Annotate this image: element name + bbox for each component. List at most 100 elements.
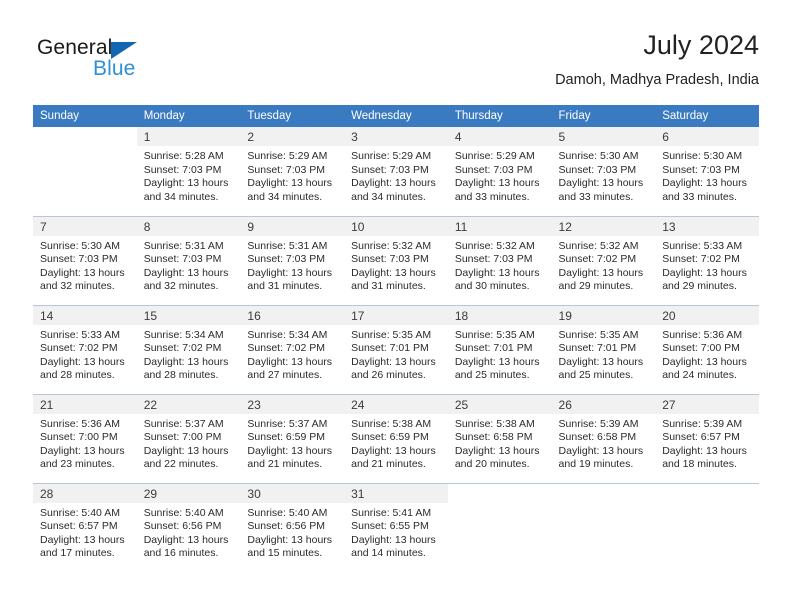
calendar-day-cell[interactable]: 22 Sunrise: 5:37 AM Sunset: 7:00 PM Dayligh… [136,393,241,483]
daylight-text-line1: Daylight: 13 hours [662,355,747,368]
daylight-text-line1: Daylight: 13 hours [40,266,125,279]
day-details: Sunrise: 5:32 AM Sunset: 7:03 PM Daylight:… [344,236,448,294]
daylight-text-line1: Daylight: 13 hours [662,444,747,457]
calendar-day-cell[interactable]: 1 Sunrise: 5:28 AM Sunset: 7:03 PM Daylight… [136,127,241,216]
daylight-text-line2: and 29 minutes. [558,280,634,293]
calendar-day-cell[interactable]: 3 Sunrise: 5:29 AM Sunset: 7:03 PM Daylight… [344,127,448,216]
daylight-text-line2: and 16 minutes. [143,547,219,560]
calendar-day-cell[interactable]: 5 Sunrise: 5:30 AM Sunset: 7:03 PM Daylight… [551,127,656,216]
day-cell-inner: 7 Sunrise: 5:30 AM Sunset: 7:03 PM Daylight… [33,216,137,305]
day-number: 13 [655,216,759,236]
daylight-text-line1: Daylight: 13 hours [454,355,540,368]
day-number: 18 [447,305,552,325]
calendar-day-cell[interactable]: 2 Sunrise: 5:29 AM Sunset: 7:03 PM Daylight… [240,127,345,216]
calendar-day-cell[interactable]: 23 Sunrise: 5:37 AM Sunset: 6:59 PM Dayligh… [240,393,345,483]
calendar-day-cell[interactable]: 31 Sunrise: 5:41 AM Sunset: 6:55 PM Dayligh… [344,482,448,573]
calendar-day-cell[interactable]: 8 Sunrise: 5:31 AM Sunset: 7:03 PM Daylight… [136,215,241,305]
day-number: 17 [344,305,448,325]
calendar-day-cell[interactable]: 14 Sunrise: 5:33 AM Sunset: 7:02 PM Dayligh… [33,304,137,394]
calendar-cell-empty [447,482,552,572]
daylight-text-line2: and 27 minutes. [247,369,323,382]
calendar-day-cell[interactable]: 20 Sunrise: 5:36 AM Sunset: 7:00 PM Dayligh… [655,304,759,394]
day-cell-inner: 25 Sunrise: 5:38 AM Sunset: 6:58 PM Dayligh… [447,394,552,483]
daylight-text-line1: Daylight: 13 hours [143,355,229,368]
day-number: 5 [551,127,656,146]
daylight-text-line1: Daylight: 13 hours [143,533,229,546]
day-cell-inner [655,484,759,573]
calendar-day-cell[interactable]: 29 Sunrise: 5:40 AM Sunset: 6:56 PM Dayligh… [136,482,241,572]
weekday-header-wednesday: Wednesday [344,105,448,127]
daylight-text-line1: Daylight: 13 hours [351,533,436,546]
general-blue-logo[interactable]: General Blue [37,36,237,92]
day-number: 4 [447,127,552,146]
sunset-text: Sunset: 7:03 PM [351,163,429,176]
daylight-text-line2: and 23 minutes. [40,458,115,471]
calendar-day-cell[interactable]: 28 Sunrise: 5:40 AM Sunset: 6:57 PM Dayligh… [33,482,137,572]
calendar-day-cell[interactable]: 6 Sunrise: 5:30 AM Sunset: 7:03 PM Daylight… [655,127,759,216]
calendar-week-row: 14 Sunrise: 5:33 AM Sunset: 7:02 PM Dayligh… [33,304,759,394]
sunrise-text: Sunrise: 5:40 AM [40,506,120,519]
calendar-day-cell[interactable]: 21 Sunrise: 5:36 AM Sunset: 7:00 PM Dayligh… [33,393,137,483]
day-number: 19 [551,305,656,325]
day-details: Sunrise: 5:29 AM Sunset: 7:03 PM Daylight:… [240,146,344,204]
calendar-day-cell[interactable]: 16 Sunrise: 5:34 AM Sunset: 7:02 PM Dayligh… [240,304,345,394]
calendar-day-cell[interactable]: 15 Sunrise: 5:34 AM Sunset: 7:02 PM Dayligh… [136,304,241,394]
daylight-text-line1: Daylight: 13 hours [454,444,540,457]
calendar-day-cell[interactable]: 11 Sunrise: 5:32 AM Sunset: 7:03 PM Dayligh… [447,215,552,305]
daylight-text-line2: and 22 minutes. [143,458,219,471]
sunset-text: Sunset: 7:01 PM [454,342,533,355]
day-details: Sunrise: 5:36 AM Sunset: 7:00 PM Daylight:… [33,414,137,472]
calendar-day-cell[interactable]: 30 Sunrise: 5:40 AM Sunset: 6:56 PM Dayligh… [240,482,345,572]
calendar-week-row: 1 Sunrise: 5:28 AM Sunset: 7:03 PM Daylight… [33,127,759,216]
page-title: July 2024 [643,30,759,60]
day-cell-inner: 22 Sunrise: 5:37 AM Sunset: 7:00 PM Dayligh… [136,394,241,483]
sunrise-text: Sunrise: 5:30 AM [558,150,639,162]
sunset-text: Sunset: 7:02 PM [247,342,326,355]
sunset-text: Sunset: 7:03 PM [40,253,118,266]
daylight-text-line1: Daylight: 13 hours [40,355,125,368]
day-cell-inner: 16 Sunrise: 5:34 AM Sunset: 7:02 PM Dayligh… [240,305,345,394]
day-cell-inner: 6 Sunrise: 5:30 AM Sunset: 7:03 PM Daylight… [655,127,759,216]
daylight-text-line2: and 17 minutes. [40,547,115,560]
day-number: 20 [655,305,759,325]
calendar-day-cell[interactable]: 25 Sunrise: 5:38 AM Sunset: 6:58 PM Dayligh… [447,393,552,483]
calendar-day-cell[interactable]: 18 Sunrise: 5:35 AM Sunset: 7:01 PM Dayligh… [447,304,552,394]
daylight-text-line1: Daylight: 13 hours [454,266,540,279]
calendar-day-cell[interactable]: 27 Sunrise: 5:39 AM Sunset: 6:57 PM Dayligh… [655,393,759,483]
calendar-day-cell[interactable]: 13 Sunrise: 5:33 AM Sunset: 7:02 PM Dayligh… [655,215,759,305]
day-cell-inner: 31 Sunrise: 5:41 AM Sunset: 6:55 PM Dayligh… [344,483,448,573]
daylight-text-line2: and 21 minutes. [351,458,426,471]
calendar-cell-empty [33,127,137,216]
calendar-day-cell[interactable]: 24 Sunrise: 5:38 AM Sunset: 6:59 PM Dayligh… [344,393,448,483]
sunset-text: Sunset: 6:59 PM [247,431,326,444]
day-cell-inner: 15 Sunrise: 5:34 AM Sunset: 7:02 PM Dayligh… [136,305,241,394]
calendar-day-cell[interactable]: 7 Sunrise: 5:30 AM Sunset: 7:03 PM Daylight… [33,215,137,305]
day-details: Sunrise: 5:29 AM Sunset: 7:03 PM Daylight:… [344,146,448,204]
sunrise-text: Sunrise: 5:32 AM [558,239,639,252]
calendar-day-cell[interactable]: 10 Sunrise: 5:32 AM Sunset: 7:03 PM Dayligh… [344,215,448,305]
calendar-body: 1 Sunrise: 5:28 AM Sunset: 7:03 PM Daylight… [33,127,759,572]
daylight-text-line2: and 20 minutes. [454,458,530,471]
day-details: Sunrise: 5:32 AM Sunset: 7:03 PM Daylight:… [448,236,552,294]
day-number: 25 [447,394,552,414]
calendar-header-row: Sunday Monday Tuesday Wednesday Thursday Frid… [33,105,759,127]
day-details: Sunrise: 5:35 AM Sunset: 7:01 PM Daylight:… [344,325,448,383]
sunrise-text: Sunrise: 5:29 AM [247,150,328,162]
sunrise-text: Sunrise: 5:28 AM [143,150,224,162]
daylight-text-line2: and 34 minutes. [351,190,426,203]
calendar-day-cell[interactable]: 9 Sunrise: 5:31 AM Sunset: 7:03 PM Daylight… [240,215,345,305]
daylight-text-line1: Daylight: 13 hours [558,444,644,457]
day-number: 26 [551,394,656,414]
calendar-day-cell[interactable]: 17 Sunrise: 5:35 AM Sunset: 7:01 PM Dayligh… [344,304,448,394]
calendar-day-cell[interactable]: 26 Sunrise: 5:39 AM Sunset: 6:58 PM Dayligh… [551,393,656,483]
day-number: 22 [136,394,241,414]
daylight-text-line2: and 19 minutes. [558,458,634,471]
day-cell-inner: 8 Sunrise: 5:31 AM Sunset: 7:03 PM Daylight… [136,216,241,305]
calendar-day-cell[interactable]: 19 Sunrise: 5:35 AM Sunset: 7:01 PM Dayligh… [551,304,656,394]
sunrise-text: Sunrise: 5:33 AM [662,239,743,252]
daylight-text-line1: Daylight: 13 hours [351,355,436,368]
calendar-day-cell[interactable]: 4 Sunrise: 5:29 AM Sunset: 7:03 PM Daylight… [447,127,552,216]
day-cell-inner: 1 Sunrise: 5:28 AM Sunset: 7:03 PM Daylight… [136,127,241,216]
day-number: 2 [240,127,345,146]
calendar-day-cell[interactable]: 12 Sunrise: 5:32 AM Sunset: 7:02 PM Dayligh… [551,215,656,305]
